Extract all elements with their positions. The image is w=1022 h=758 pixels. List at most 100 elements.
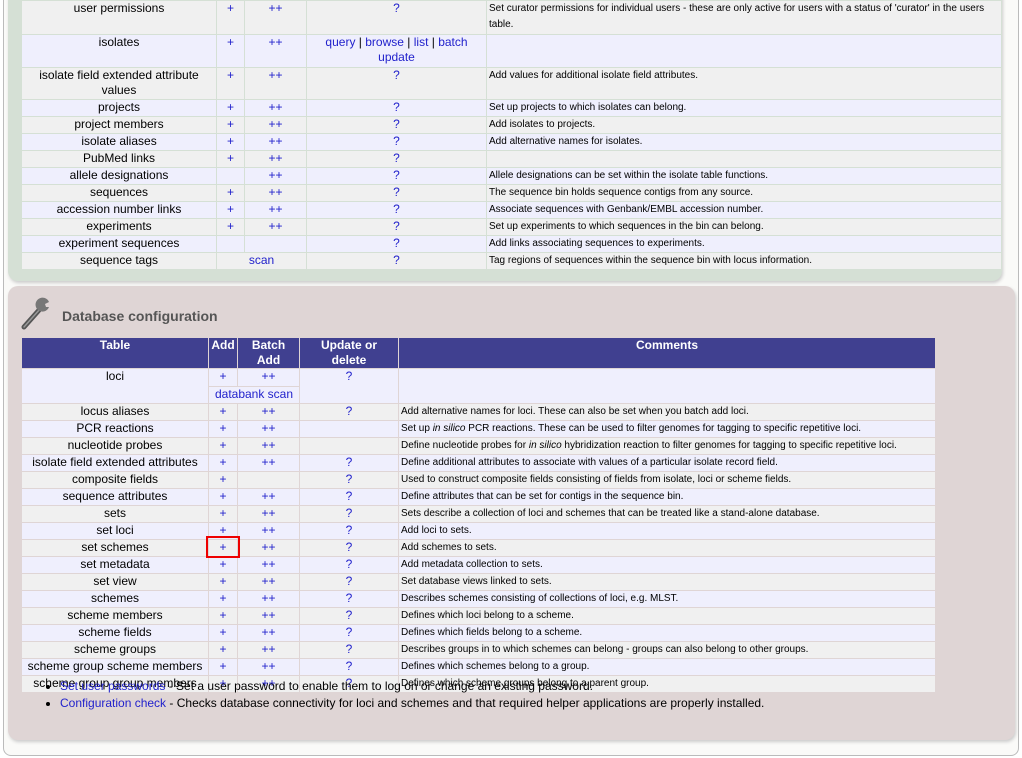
table-row-sequence-attributes: sequence attributes + ++? Define attributes…: [21, 488, 936, 506]
database-configuration-table: Table Add Batch Add Update or delete Com…: [21, 337, 936, 693]
batch-add-link[interactable]: ++: [237, 368, 300, 387]
add-link[interactable]: +: [208, 556, 238, 574]
add-link[interactable]: +: [216, 184, 245, 202]
update-link[interactable]: ?: [306, 201, 487, 219]
update-link[interactable]: ?: [299, 522, 399, 540]
batch-add-link[interactable]: ++: [244, 116, 307, 134]
add-link[interactable]: +: [216, 67, 245, 100]
update-link[interactable]: ?: [306, 67, 487, 100]
add-link[interactable]: +: [208, 368, 238, 387]
add-link[interactable]: +: [208, 590, 238, 608]
set-user-passwords-link[interactable]: Set user passwords: [60, 679, 165, 693]
update-link[interactable]: ?: [299, 641, 399, 659]
add-link[interactable]: +: [208, 641, 238, 659]
batch-add-link[interactable]: ++: [244, 218, 307, 236]
add-link[interactable]: +: [208, 454, 238, 472]
batch-add-link[interactable]: ++: [244, 99, 307, 117]
batch-add-link[interactable]: ++: [244, 184, 307, 202]
add-link[interactable]: +: [216, 201, 245, 219]
add-link[interactable]: +: [208, 505, 238, 523]
update-link[interactable]: [299, 420, 399, 438]
add-link[interactable]: +: [216, 116, 245, 134]
add-link[interactable]: +: [208, 471, 238, 489]
update-link[interactable]: ?: [299, 505, 399, 523]
add-link[interactable]: [216, 167, 245, 185]
table-name: isolates: [21, 34, 217, 68]
add-link[interactable]: +: [208, 437, 238, 455]
update-link[interactable]: ?: [306, 235, 487, 253]
batch-add-link[interactable]: ++: [237, 658, 300, 676]
query-link[interactable]: query: [325, 35, 355, 49]
list-link[interactable]: list: [414, 35, 429, 49]
update-link[interactable]: ?: [306, 99, 487, 117]
update-link[interactable]: ?: [306, 116, 487, 134]
add-link[interactable]: +: [208, 420, 238, 438]
batch-add-link[interactable]: ++: [244, 201, 307, 219]
batch-add-link[interactable]: ++: [237, 590, 300, 608]
table-name: scheme group scheme members: [21, 658, 209, 676]
batch-add-link[interactable]: ++: [237, 454, 300, 472]
add-link[interactable]: +: [216, 34, 245, 68]
comment: Allele designations can be set within th…: [486, 167, 1002, 185]
update-link[interactable]: ?: [306, 218, 487, 236]
update-link[interactable]: ?: [299, 658, 399, 676]
table-row-set-view: set view + ++? Set database views linked to…: [21, 573, 936, 591]
update-link[interactable]: ?: [299, 403, 399, 421]
update-link[interactable]: ?: [306, 0, 487, 35]
add-link[interactable]: +: [216, 133, 245, 151]
batch-add-link[interactable]: ++: [244, 67, 307, 100]
update-link[interactable]: ?: [299, 573, 399, 591]
table-row-pcr-reactions: PCR reactions + ++ Set up in silico PCR rea…: [21, 420, 936, 438]
add-link[interactable]: +: [208, 488, 238, 506]
add-link[interactable]: +: [208, 607, 238, 625]
batch-add-link[interactable]: ++: [244, 167, 307, 185]
batch-add-link[interactable]: ++: [237, 539, 300, 557]
configuration-check-link[interactable]: Configuration check: [60, 696, 166, 710]
update-link[interactable]: ?: [306, 184, 487, 202]
update-link[interactable]: ?: [299, 556, 399, 574]
add-link[interactable]: +: [216, 99, 245, 117]
batch-add-link[interactable]: ++: [237, 556, 300, 574]
add-link[interactable]: +: [208, 624, 238, 642]
update-link[interactable]: ?: [306, 252, 487, 270]
add-link[interactable]: +: [208, 658, 238, 676]
batch-add-link[interactable]: ++: [237, 420, 300, 438]
update-link[interactable]: ?: [306, 167, 487, 185]
add-link[interactable]: +: [208, 403, 238, 421]
update-link[interactable]: ?: [299, 539, 399, 557]
batch-add-link[interactable]: ++: [244, 34, 307, 68]
add-link[interactable]: +: [216, 218, 245, 236]
batch-add-link[interactable]: ++: [237, 573, 300, 591]
update-link[interactable]: ?: [306, 150, 487, 168]
batch-add-link[interactable]: [237, 471, 300, 489]
batch-add-link[interactable]: ++: [237, 505, 300, 523]
update-link[interactable]: ?: [306, 133, 487, 151]
update-link[interactable]: ?: [299, 454, 399, 472]
batch-add-link[interactable]: ++: [237, 488, 300, 506]
batch-add-link[interactable]: ++: [237, 641, 300, 659]
batch-add-link[interactable]: ++: [237, 403, 300, 421]
batch-add-link[interactable]: ++: [237, 437, 300, 455]
update-link[interactable]: ?: [299, 607, 399, 625]
batch-add-link[interactable]: ++: [237, 522, 300, 540]
table-name: PCR reactions: [21, 420, 209, 438]
update-link[interactable]: [299, 437, 399, 455]
update-link[interactable]: ?: [299, 624, 399, 642]
databank-scan-link[interactable]: databank scan: [208, 385, 300, 404]
scan-link[interactable]: scan: [216, 252, 307, 270]
browse-link[interactable]: browse: [365, 35, 404, 49]
batch-add-link[interactable]: ++: [244, 0, 307, 35]
batch-add-link[interactable]: ++: [237, 607, 300, 625]
update-link[interactable]: ?: [299, 488, 399, 506]
add-link[interactable]: +: [216, 0, 245, 35]
batch-add-link[interactable]: ++: [237, 624, 300, 642]
batch-add-link[interactable]: [244, 235, 307, 253]
add-link[interactable]: [216, 235, 245, 253]
add-link[interactable]: +: [208, 573, 238, 591]
update-link[interactable]: ?: [299, 471, 399, 489]
batch-add-link[interactable]: ++: [244, 133, 307, 151]
add-link[interactable]: +: [216, 150, 245, 168]
update-link[interactable]: ?: [299, 590, 399, 608]
update-link[interactable]: ?: [299, 368, 399, 404]
batch-add-link[interactable]: ++: [244, 150, 307, 168]
